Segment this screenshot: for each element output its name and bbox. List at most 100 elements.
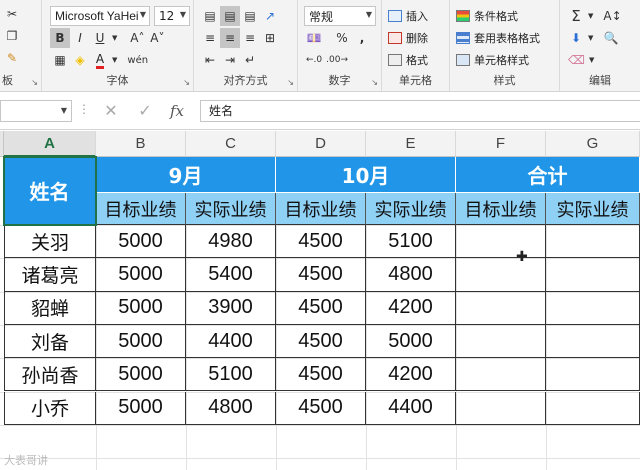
value-cell[interactable]: 4500 — [276, 258, 366, 292]
value-cell[interactable]: 4500 — [276, 324, 366, 359]
column-header-g[interactable]: G — [546, 131, 640, 157]
increase-indent-icon[interactable]: ⇥ — [220, 50, 240, 70]
subheader-cell[interactable]: 目标业绩 — [96, 193, 186, 225]
grow-font-button[interactable]: A˄ — [127, 28, 147, 48]
value-cell[interactable] — [456, 358, 546, 392]
value-cell[interactable] — [546, 225, 640, 259]
number-format-dropdown[interactable]: 常规 ▼ — [304, 6, 376, 26]
subheader-cell[interactable]: 目标业绩 — [456, 193, 546, 225]
clear-icon[interactable]: ⌫ — [566, 50, 587, 70]
insert-function-button[interactable]: fx — [166, 100, 188, 122]
formula-input[interactable]: 姓名 — [200, 100, 640, 122]
value-cell[interactable] — [546, 258, 640, 292]
format-as-table-button[interactable]: 套用表格格式 — [456, 28, 540, 48]
format-button[interactable]: 格式 — [388, 50, 428, 70]
underline-dropdown-icon[interactable]: ▼ — [110, 28, 119, 48]
accounting-format-icon[interactable]: 💷 — [304, 28, 324, 48]
value-cell[interactable]: 5100 — [366, 225, 456, 259]
group-header-cell[interactable]: 9月 — [96, 157, 276, 193]
value-cell[interactable]: 4400 — [186, 324, 276, 359]
value-cell[interactable]: 5000 — [366, 324, 456, 359]
increase-decimal-icon[interactable]: ←.0 — [304, 50, 324, 70]
column-header-c[interactable]: C — [186, 131, 276, 157]
value-cell[interactable]: 5000 — [96, 291, 186, 325]
font-name-dropdown[interactable]: Microsoft YaHei ▼ — [50, 6, 150, 26]
decrease-decimal-icon[interactable]: .00→ — [324, 50, 350, 70]
sort-filter-icon[interactable]: A↕ — [601, 6, 623, 26]
value-cell[interactable]: 4500 — [276, 358, 366, 392]
value-cell[interactable] — [546, 291, 640, 325]
copy-icon[interactable]: ❐ — [2, 26, 22, 46]
worksheet-grid[interactable]: A B C D E F G 姓名 9月 10月 合计 目标业绩 实际业绩 目标业绩 实际业绩 目标业绩 实际业绩… — [0, 131, 640, 470]
clipboard-dialog-launcher-icon[interactable]: ↘ — [31, 78, 38, 87]
name-cell[interactable]: 诸葛亮 — [4, 258, 96, 292]
value-cell[interactable]: 3900 — [186, 291, 276, 325]
value-cell[interactable] — [546, 324, 640, 359]
format-painter-icon[interactable]: ✎ — [2, 48, 22, 68]
value-cell[interactable] — [456, 324, 546, 359]
percent-style-button[interactable]: % — [332, 28, 352, 48]
value-cell[interactable] — [456, 225, 546, 259]
middle-align-icon[interactable]: ▤ — [220, 6, 240, 26]
shrink-font-button[interactable]: A˅ — [147, 28, 167, 48]
enter-icon[interactable]: ✓ — [134, 100, 156, 122]
value-cell[interactable]: 4500 — [276, 225, 366, 259]
autosum-dropdown-icon[interactable]: ▼ — [586, 6, 595, 26]
fill-icon[interactable]: ⬇ — [566, 28, 586, 48]
name-box[interactable]: ▼ — [0, 100, 72, 122]
column-header-f[interactable]: F — [456, 131, 546, 157]
value-cell[interactable]: 5000 — [96, 258, 186, 292]
borders-icon[interactable]: ▦ — [50, 50, 70, 70]
subheader-cell[interactable]: 实际业绩 — [366, 193, 456, 225]
font-color-dropdown-icon[interactable]: ▼ — [110, 50, 119, 70]
column-header-b[interactable]: B — [96, 131, 186, 157]
name-cell[interactable]: 刘备 — [4, 324, 96, 359]
subheader-cell[interactable]: 实际业绩 — [186, 193, 276, 225]
group-header-cell[interactable]: 合计 — [456, 157, 640, 193]
decrease-indent-icon[interactable]: ⇤ — [200, 50, 220, 70]
cancel-icon[interactable]: ✕ — [100, 100, 122, 122]
name-cell[interactable]: 小乔 — [4, 391, 96, 425]
font-dialog-launcher-icon[interactable]: ↘ — [183, 78, 190, 87]
value-cell[interactable] — [456, 391, 546, 425]
group-header-cell[interactable]: 10月 — [276, 157, 456, 193]
autosum-button[interactable]: Σ — [566, 6, 586, 26]
name-cell[interactable]: 关羽 — [4, 225, 96, 259]
value-cell[interactable] — [546, 391, 640, 425]
value-cell[interactable] — [546, 358, 640, 392]
italic-button[interactable]: I — [70, 28, 90, 48]
column-header-d[interactable]: D — [276, 131, 366, 157]
phonetic-guide-button[interactable]: wén — [125, 50, 150, 70]
bold-button[interactable]: B — [50, 28, 70, 48]
value-cell[interactable]: 4400 — [366, 391, 456, 425]
cell-styles-button[interactable]: 单元格样式 — [456, 50, 529, 70]
clear-dropdown-icon[interactable]: ▼ — [587, 50, 596, 70]
value-cell[interactable]: 4200 — [366, 291, 456, 325]
align-right-icon[interactable]: ≡ — [240, 28, 260, 48]
column-header-e[interactable]: E — [366, 131, 456, 157]
subheader-cell[interactable]: 目标业绩 — [276, 193, 366, 225]
value-cell[interactable]: 4800 — [186, 391, 276, 425]
value-cell[interactable]: 5100 — [186, 358, 276, 392]
value-cell[interactable] — [456, 291, 546, 325]
conditional-formatting-button[interactable]: 条件格式 — [456, 6, 518, 26]
value-cell[interactable]: 4980 — [186, 225, 276, 259]
align-left-icon[interactable]: ≡ — [200, 28, 220, 48]
value-cell[interactable]: 5400 — [186, 258, 276, 292]
comma-style-button[interactable]: , — [352, 28, 372, 48]
cut-icon[interactable]: ✂ — [2, 4, 22, 24]
font-size-dropdown[interactable]: 12 ▼ — [154, 6, 190, 26]
value-cell[interactable]: 5000 — [96, 391, 186, 425]
fill-color-icon[interactable]: ◈ — [70, 50, 90, 70]
value-cell[interactable]: 5000 — [96, 358, 186, 392]
delete-button[interactable]: 删除 — [388, 28, 428, 48]
insert-button[interactable]: 插入 — [388, 6, 428, 26]
underline-button[interactable]: U — [90, 28, 110, 48]
value-cell[interactable]: 4800 — [366, 258, 456, 292]
value-cell[interactable]: 4200 — [366, 358, 456, 392]
subheader-cell[interactable]: 实际业绩 — [546, 193, 640, 225]
value-cell[interactable]: 4500 — [276, 391, 366, 425]
align-center-icon[interactable]: ≡ — [220, 28, 240, 48]
value-cell[interactable]: 5000 — [96, 225, 186, 259]
font-color-button[interactable]: A — [90, 50, 110, 70]
